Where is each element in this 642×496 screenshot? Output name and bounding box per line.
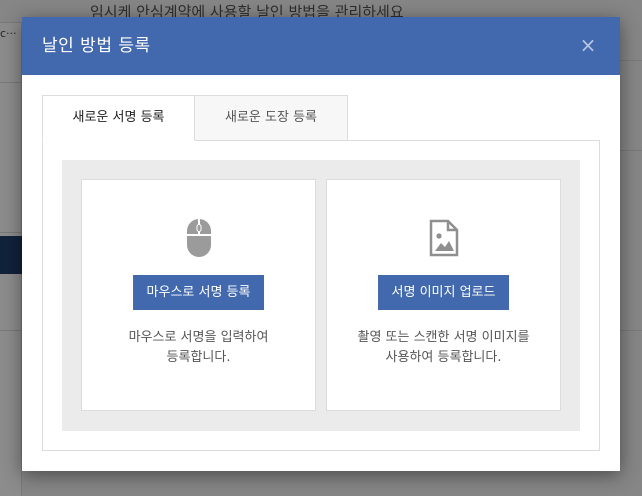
image-upload-description: 촬영 또는 스캔한 서명 이미지를 사용하여 등록합니다. bbox=[327, 328, 560, 368]
modal-title: 날인 방법 등록 bbox=[42, 36, 151, 56]
modal-header: 날인 방법 등록 × bbox=[22, 17, 620, 75]
description-line: 촬영 또는 스캔한 서명 이미지를 bbox=[357, 330, 530, 345]
description-line: 마우스로 서명을 입력하여 bbox=[128, 330, 269, 345]
tab-new-signature[interactable]: 새로운 서명 등록 bbox=[42, 95, 195, 141]
seal-method-modal: 날인 방법 등록 × 새로운 서명 등록 새로운 도장 등록 마우스로 서명 등… bbox=[22, 17, 620, 471]
image-upload-card: 서명 이미지 업로드 촬영 또는 스캔한 서명 이미지를 사용하여 등록합니다. bbox=[326, 179, 561, 411]
close-icon[interactable]: × bbox=[578, 35, 598, 55]
mouse-signature-card: 마우스로 서명 등록 마우스로 서명을 입력하여 등록합니다. bbox=[81, 179, 316, 411]
mouse-signature-button[interactable]: 마우스로 서명 등록 bbox=[132, 275, 265, 310]
options-area: 마우스로 서명 등록 마우스로 서명을 입력하여 등록합니다. 서명 이미지 업 bbox=[62, 160, 580, 431]
mouse-icon bbox=[183, 218, 215, 258]
image-file-icon bbox=[428, 218, 460, 258]
mouse-signature-description: 마우스로 서명을 입력하여 등록합니다. bbox=[82, 328, 315, 368]
description-line: 사용하여 등록합니다. bbox=[385, 350, 502, 365]
description-line: 등록합니다. bbox=[166, 350, 231, 365]
tab-panel: 마우스로 서명 등록 마우스로 서명을 입력하여 등록합니다. 서명 이미지 업 bbox=[42, 140, 600, 451]
tab-new-stamp[interactable]: 새로운 도장 등록 bbox=[194, 95, 348, 141]
image-upload-button[interactable]: 서명 이미지 업로드 bbox=[377, 275, 510, 310]
